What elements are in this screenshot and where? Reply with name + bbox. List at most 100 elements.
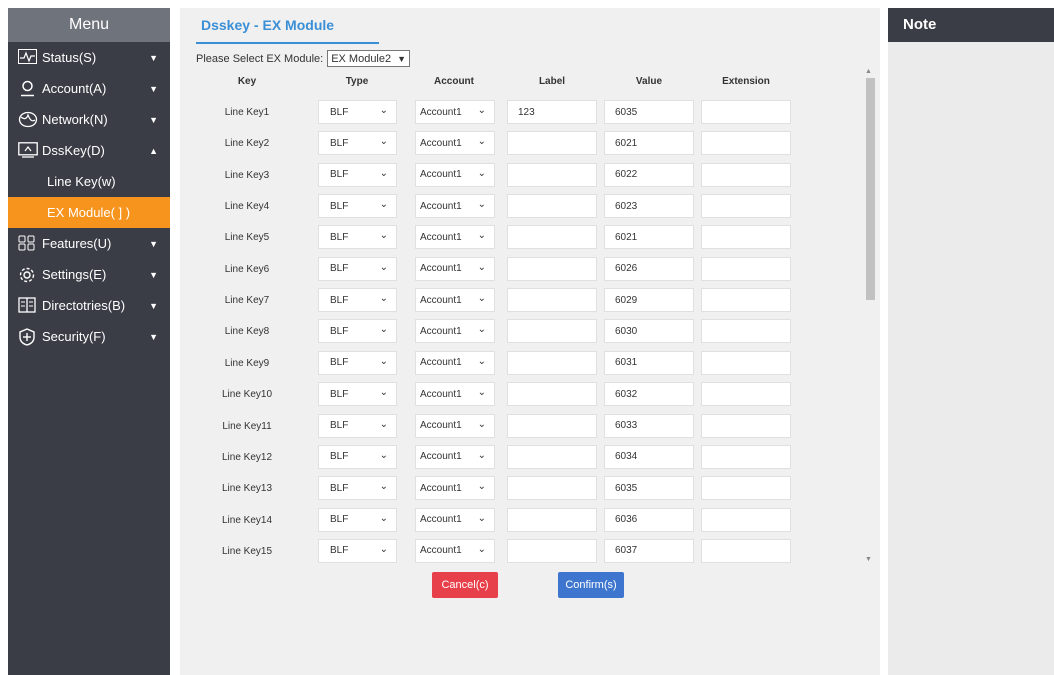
extension-input[interactable] xyxy=(701,131,791,156)
type-select[interactable]: BLF ⌄ xyxy=(318,225,397,250)
value-input[interactable]: 6034 xyxy=(604,444,694,469)
sidebar-item-directotries[interactable]: Directotries(B) ▼ xyxy=(8,290,170,321)
table-row: Line Key9 BLF ⌄ Account1 ⌄ 6031 xyxy=(180,350,880,377)
extension-input[interactable] xyxy=(701,413,791,438)
chevron-down-icon: ⌄ xyxy=(379,449,388,461)
value-input[interactable]: 6037 xyxy=(604,538,694,563)
extension-input[interactable] xyxy=(701,162,791,187)
sidebar-item-dsskey[interactable]: DssKey(D) ▲ xyxy=(8,135,170,166)
value-input[interactable]: 6021 xyxy=(604,131,694,156)
label-input[interactable] xyxy=(507,476,597,501)
value-input[interactable]: 6029 xyxy=(604,288,694,313)
label-input[interactable]: 123 xyxy=(507,100,597,124)
label-input[interactable] xyxy=(507,350,597,375)
chevron-down-icon: ⌄ xyxy=(477,293,486,305)
account-select[interactable]: Account1 ⌄ xyxy=(415,413,495,438)
label-input[interactable] xyxy=(507,507,597,532)
label-input[interactable] xyxy=(507,382,597,407)
value-input[interactable]: 6032 xyxy=(604,382,694,407)
sidebar-item-features[interactable]: Features(U) ▼ xyxy=(8,228,170,259)
scrollbar-thumb[interactable] xyxy=(866,78,875,300)
extension-input[interactable] xyxy=(701,194,791,219)
main-panel: Dsskey - EX Module Please Select EX Modu… xyxy=(180,8,880,675)
label-input[interactable] xyxy=(507,288,597,313)
account-select[interactable]: Account1 ⌄ xyxy=(415,194,495,219)
type-select[interactable]: BLF ⌄ xyxy=(318,350,397,375)
value-input[interactable]: 6035 xyxy=(604,476,694,501)
type-select[interactable]: BLF ⌄ xyxy=(318,194,397,219)
value-input[interactable]: 6030 xyxy=(604,319,694,344)
scroll-up-icon[interactable]: ▲ xyxy=(865,68,872,75)
type-select[interactable]: BLF ⌄ xyxy=(318,256,397,281)
label-input[interactable] xyxy=(507,413,597,438)
account-select[interactable]: Account1 ⌄ xyxy=(415,319,495,344)
label-input[interactable] xyxy=(507,256,597,281)
chevron-down-icon: ⌄ xyxy=(477,481,486,493)
chevron-down-icon: ⌄ xyxy=(477,261,486,273)
type-select[interactable]: BLF ⌄ xyxy=(318,382,397,407)
account-select[interactable]: Account1 ⌄ xyxy=(415,225,495,250)
account-select[interactable]: Account1 ⌄ xyxy=(415,131,495,156)
extension-input[interactable] xyxy=(701,538,791,563)
account-select[interactable]: Account1 ⌄ xyxy=(415,100,495,124)
value-input[interactable]: 6023 xyxy=(604,194,694,219)
label-input[interactable] xyxy=(507,538,597,563)
type-select[interactable]: BLF ⌄ xyxy=(318,413,397,438)
sidebar-item-network[interactable]: Network(N) ▼ xyxy=(8,104,170,135)
extension-input[interactable] xyxy=(701,444,791,469)
confirm-button[interactable]: Confirm(s) xyxy=(558,572,624,598)
type-select[interactable]: BLF ⌄ xyxy=(318,476,397,501)
value-input[interactable]: 6036 xyxy=(604,507,694,532)
account-select[interactable]: Account1 ⌄ xyxy=(415,350,495,375)
account-select[interactable]: Account1 ⌄ xyxy=(415,507,495,532)
type-select[interactable]: BLF ⌄ xyxy=(318,131,397,156)
extension-input[interactable] xyxy=(701,350,791,375)
sidebar-item-security[interactable]: Security(F) ▼ xyxy=(8,321,170,352)
account-select[interactable]: Account1 ⌄ xyxy=(415,538,495,563)
label-input[interactable] xyxy=(507,131,597,156)
type-select[interactable]: BLF ⌄ xyxy=(318,288,397,313)
extension-input[interactable] xyxy=(701,382,791,407)
type-select[interactable]: BLF ⌄ xyxy=(318,507,397,532)
scroll-down-icon[interactable]: ▼ xyxy=(865,556,872,563)
type-select[interactable]: BLF ⌄ xyxy=(318,100,397,124)
extension-input[interactable] xyxy=(701,507,791,532)
label-input[interactable] xyxy=(507,225,597,250)
extension-input[interactable] xyxy=(701,256,791,281)
extension-input[interactable] xyxy=(701,476,791,501)
cancel-button[interactable]: Cancel(c) xyxy=(432,572,498,598)
sidebar-item-status[interactable]: Status(S) ▼ xyxy=(8,42,170,73)
sidebar-subitem-ex-module[interactable]: EX Module( ] ) xyxy=(8,197,170,228)
value-input[interactable]: 6031 xyxy=(604,350,694,375)
value-input[interactable]: 6021 xyxy=(604,225,694,250)
value-input[interactable]: 6026 xyxy=(604,256,694,281)
account-select[interactable]: Account1 ⌄ xyxy=(415,476,495,501)
table-row: Line Key8 BLF ⌄ Account1 ⌄ 6030 xyxy=(180,319,880,345)
label-input[interactable] xyxy=(507,162,597,187)
extension-input[interactable] xyxy=(701,319,791,344)
value-input[interactable]: 6033 xyxy=(604,413,694,438)
account-select[interactable]: Account1 ⌄ xyxy=(415,382,495,407)
label-input[interactable] xyxy=(507,444,597,469)
module-select[interactable]: EX Module2 ▼ xyxy=(327,50,411,67)
extension-input[interactable] xyxy=(701,100,791,124)
value-input[interactable]: 6022 xyxy=(604,162,694,187)
type-select[interactable]: BLF ⌄ xyxy=(318,444,397,469)
sidebar-item-account[interactable]: Account(A) ▼ xyxy=(8,73,170,104)
type-select[interactable]: BLF ⌄ xyxy=(318,319,397,344)
extension-input[interactable] xyxy=(701,288,791,313)
type-select[interactable]: BLF ⌄ xyxy=(318,162,397,187)
account-select[interactable]: Account1 ⌄ xyxy=(415,256,495,281)
account-select[interactable]: Account1 ⌄ xyxy=(415,288,495,313)
extension-input[interactable] xyxy=(701,225,791,250)
sidebar-item-settings[interactable]: Settings(E) ▼ xyxy=(8,259,170,290)
label-input[interactable] xyxy=(507,319,597,344)
value-input[interactable]: 6035 xyxy=(604,100,694,124)
sidebar-subitem-line-key[interactable]: Line Key(w) xyxy=(8,166,170,197)
label-input[interactable] xyxy=(507,194,597,219)
account-select[interactable]: Account1 ⌄ xyxy=(415,444,495,469)
chevron-down-icon: ⌄ xyxy=(379,324,388,336)
table-scrollbar[interactable]: ▲ ▼ xyxy=(863,68,875,563)
account-select[interactable]: Account1 ⌄ xyxy=(415,162,495,187)
type-select[interactable]: BLF ⌄ xyxy=(318,538,397,563)
